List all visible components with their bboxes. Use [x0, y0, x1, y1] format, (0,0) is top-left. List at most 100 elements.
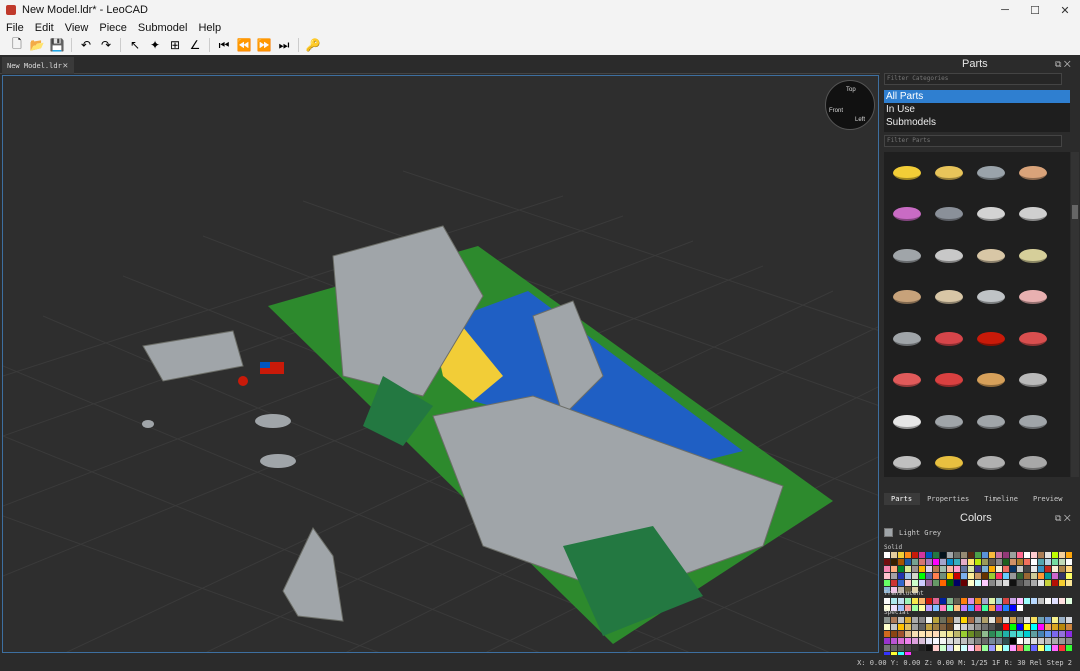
color-swatch[interactable] — [947, 566, 953, 572]
color-swatch[interactable] — [940, 645, 946, 651]
color-swatch[interactable] — [905, 624, 911, 630]
color-swatch[interactable] — [1010, 617, 1016, 623]
color-swatch[interactable] — [968, 580, 974, 586]
color-swatch[interactable] — [933, 624, 939, 630]
color-swatch[interactable] — [912, 580, 918, 586]
color-swatch[interactable] — [996, 566, 1002, 572]
color-swatch[interactable] — [947, 573, 953, 579]
color-swatch[interactable] — [1024, 598, 1030, 604]
color-swatch[interactable] — [1066, 624, 1072, 630]
color-swatch[interactable] — [982, 598, 988, 604]
color-swatch[interactable] — [898, 638, 904, 644]
color-swatch[interactable] — [982, 573, 988, 579]
part-thumbnail[interactable] — [1012, 277, 1054, 319]
color-swatch[interactable] — [884, 552, 890, 558]
color-swatch[interactable] — [989, 624, 995, 630]
color-swatch[interactable] — [891, 638, 897, 644]
color-swatch[interactable] — [912, 598, 918, 604]
color-swatch[interactable] — [1003, 624, 1009, 630]
part-thumbnail[interactable] — [970, 235, 1012, 277]
color-swatch[interactable] — [975, 605, 981, 611]
color-swatch[interactable] — [989, 617, 995, 623]
color-swatch[interactable] — [996, 605, 1002, 611]
filter-categories-input[interactable]: Filter Categories — [884, 73, 1062, 85]
color-swatch[interactable] — [947, 580, 953, 586]
color-swatch[interactable] — [1017, 552, 1023, 558]
color-swatch[interactable] — [1003, 573, 1009, 579]
color-swatch[interactable] — [975, 552, 981, 558]
color-swatch[interactable] — [1059, 573, 1065, 579]
part-thumbnail[interactable] — [928, 277, 970, 319]
menu-view[interactable]: View — [59, 22, 94, 34]
undo-icon[interactable]: ↶ — [77, 37, 95, 53]
color-swatch[interactable] — [1038, 580, 1044, 586]
color-swatch[interactable] — [1024, 638, 1030, 644]
color-swatch[interactable] — [996, 573, 1002, 579]
parts-scrollbar-thumb[interactable] — [1072, 205, 1078, 219]
part-thumbnail[interactable] — [886, 360, 928, 402]
color-swatch[interactable] — [1052, 598, 1058, 604]
color-swatch[interactable] — [933, 580, 939, 586]
part-thumbnail[interactable] — [886, 318, 928, 360]
color-swatch[interactable] — [1052, 573, 1058, 579]
part-thumbnail[interactable] — [886, 235, 928, 277]
color-swatch[interactable] — [968, 624, 974, 630]
color-swatch[interactable] — [933, 645, 939, 651]
color-swatch[interactable] — [1038, 559, 1044, 565]
color-swatch[interactable] — [989, 566, 995, 572]
color-swatch[interactable] — [891, 559, 897, 565]
color-swatch[interactable] — [1017, 638, 1023, 644]
color-swatch[interactable] — [933, 559, 939, 565]
color-swatch[interactable] — [1038, 552, 1044, 558]
color-swatch[interactable] — [919, 645, 925, 651]
color-swatch[interactable] — [975, 624, 981, 630]
save-icon[interactable]: 💾 — [48, 37, 66, 53]
color-swatch[interactable] — [1066, 559, 1072, 565]
color-swatch[interactable] — [1017, 566, 1023, 572]
color-swatch[interactable] — [1031, 573, 1037, 579]
color-swatch[interactable] — [975, 566, 981, 572]
color-swatch[interactable] — [947, 638, 953, 644]
color-swatch[interactable] — [961, 638, 967, 644]
color-swatch[interactable] — [940, 638, 946, 644]
color-swatch[interactable] — [940, 617, 946, 623]
color-swatch[interactable] — [1003, 605, 1009, 611]
color-swatch[interactable] — [891, 552, 897, 558]
color-swatch[interactable] — [989, 631, 995, 637]
color-swatch[interactable] — [912, 617, 918, 623]
color-swatch[interactable] — [947, 598, 953, 604]
color-swatch[interactable] — [926, 605, 932, 611]
color-swatch[interactable] — [1003, 559, 1009, 565]
color-swatch[interactable] — [1066, 573, 1072, 579]
color-swatch[interactable] — [982, 566, 988, 572]
open-icon[interactable]: 📂 — [28, 37, 46, 53]
color-swatch[interactable] — [1066, 566, 1072, 572]
view-sphere[interactable]: Top Front Left — [825, 80, 875, 130]
color-swatch[interactable] — [919, 605, 925, 611]
color-swatch[interactable] — [1031, 624, 1037, 630]
redo-icon[interactable]: ↷ — [97, 37, 115, 53]
color-swatch[interactable] — [996, 617, 1002, 623]
color-swatch[interactable] — [1059, 598, 1065, 604]
color-swatch[interactable] — [926, 638, 932, 644]
color-swatch[interactable] — [940, 552, 946, 558]
color-swatch[interactable] — [1024, 566, 1030, 572]
color-swatch[interactable] — [1024, 617, 1030, 623]
color-swatch[interactable] — [1066, 598, 1072, 604]
color-swatch[interactable] — [912, 624, 918, 630]
part-thumbnail[interactable] — [928, 235, 970, 277]
color-swatch[interactable] — [1003, 645, 1009, 651]
color-swatch[interactable] — [919, 617, 925, 623]
last-step-icon[interactable]: ⏭ — [275, 37, 293, 53]
color-swatch[interactable] — [1059, 645, 1065, 651]
color-swatch[interactable] — [975, 598, 981, 604]
part-thumbnail[interactable] — [886, 194, 928, 236]
part-thumbnail[interactable] — [1012, 443, 1054, 478]
color-swatch[interactable] — [905, 617, 911, 623]
color-swatch[interactable] — [954, 559, 960, 565]
part-thumbnail[interactable] — [1012, 318, 1054, 360]
color-swatch[interactable] — [1066, 552, 1072, 558]
menu-piece[interactable]: Piece — [93, 22, 132, 34]
color-swatch[interactable] — [898, 631, 904, 637]
color-swatch[interactable] — [940, 605, 946, 611]
